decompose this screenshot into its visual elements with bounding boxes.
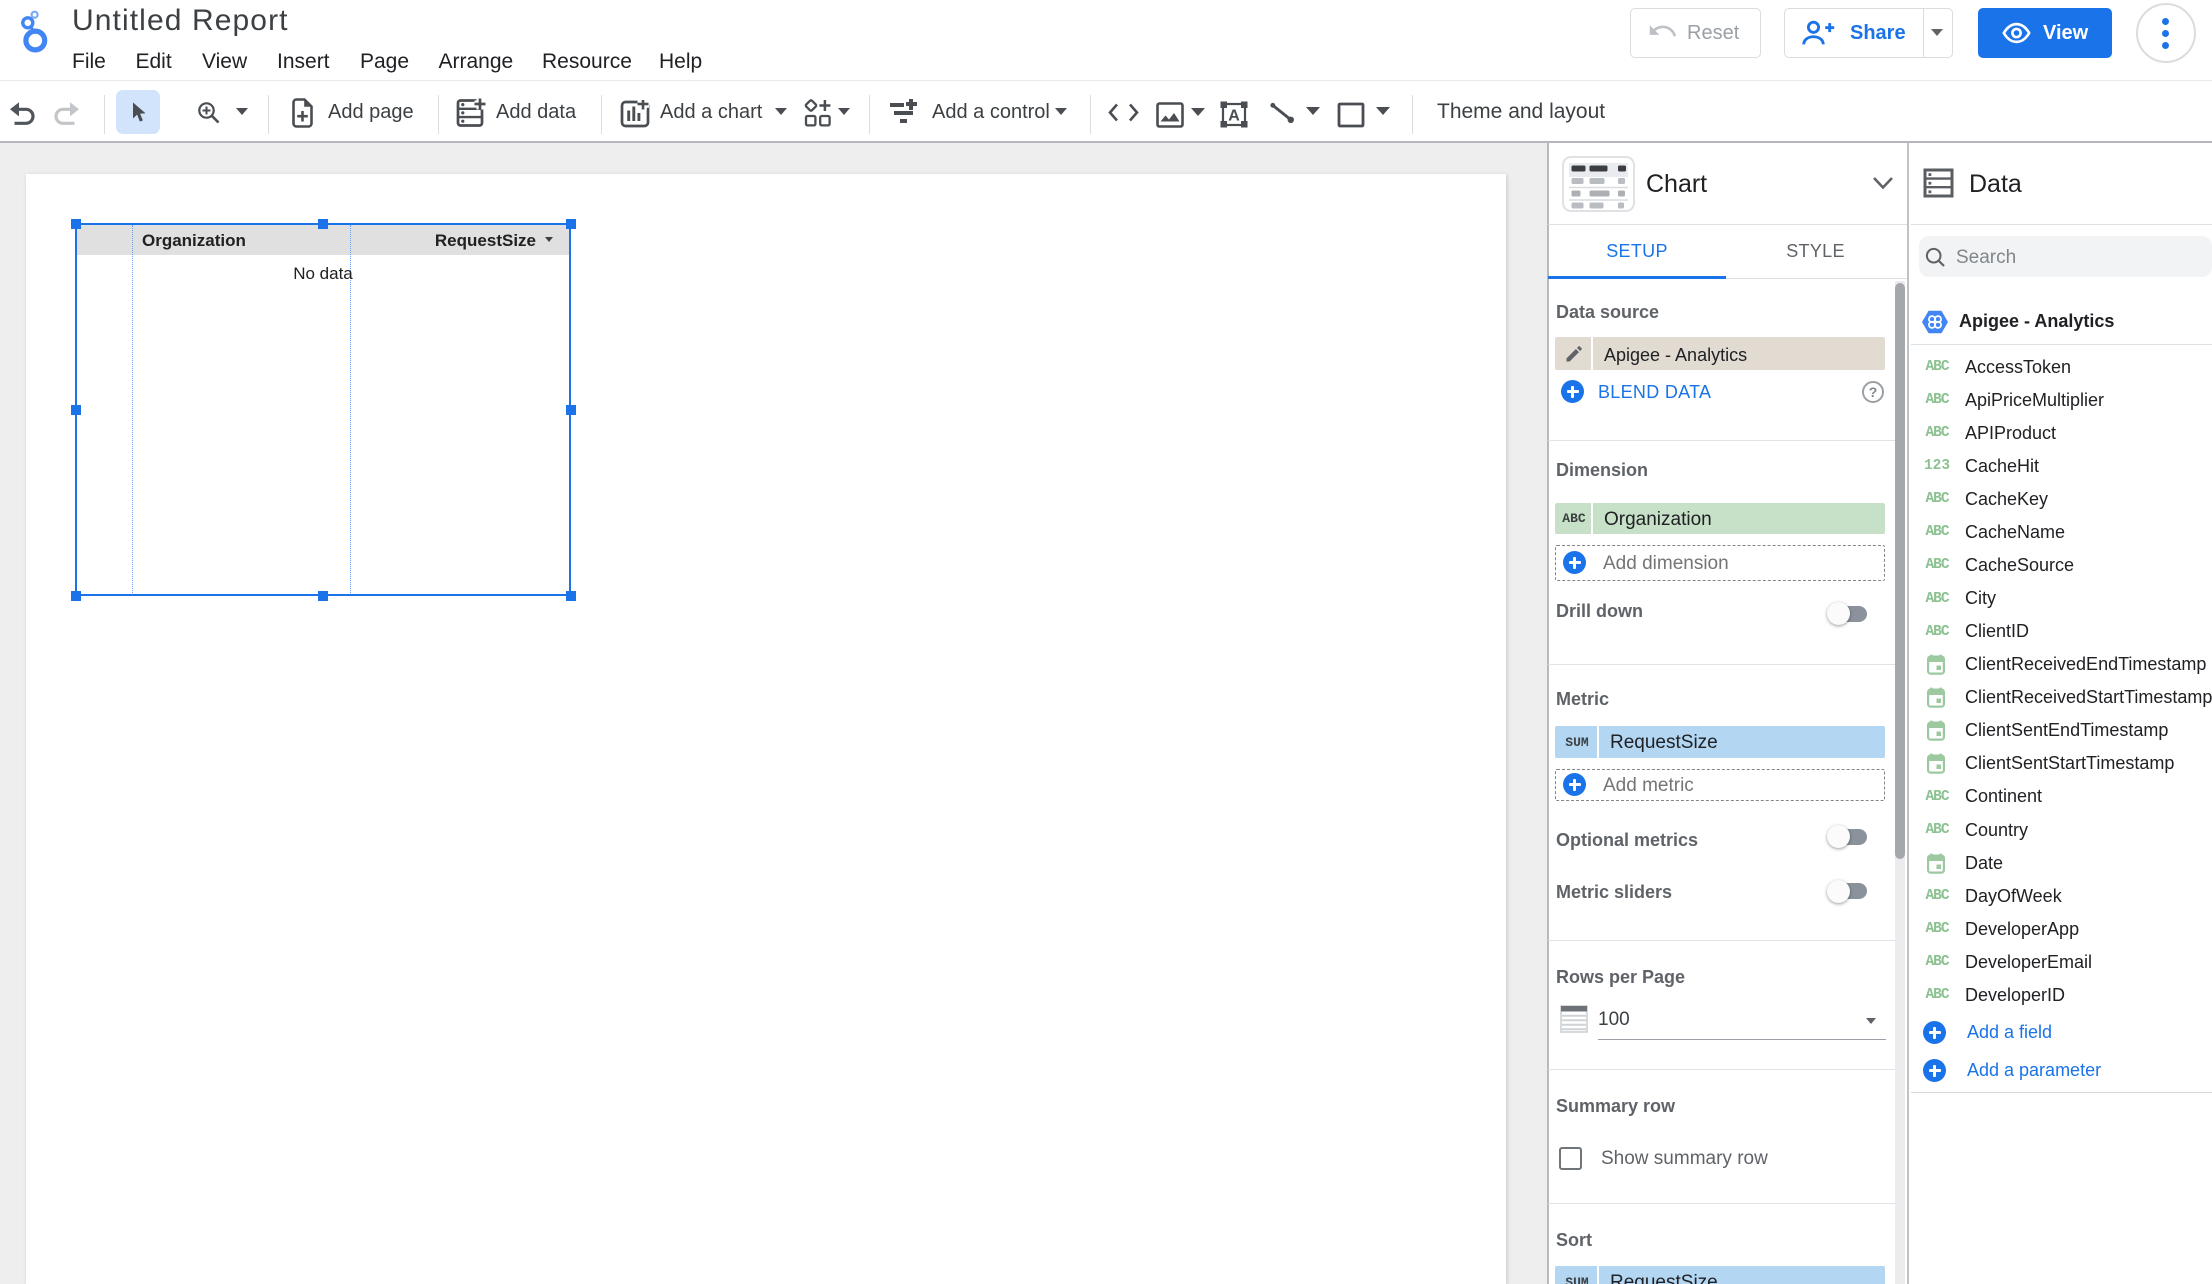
svg-text:A: A xyxy=(1228,108,1240,125)
